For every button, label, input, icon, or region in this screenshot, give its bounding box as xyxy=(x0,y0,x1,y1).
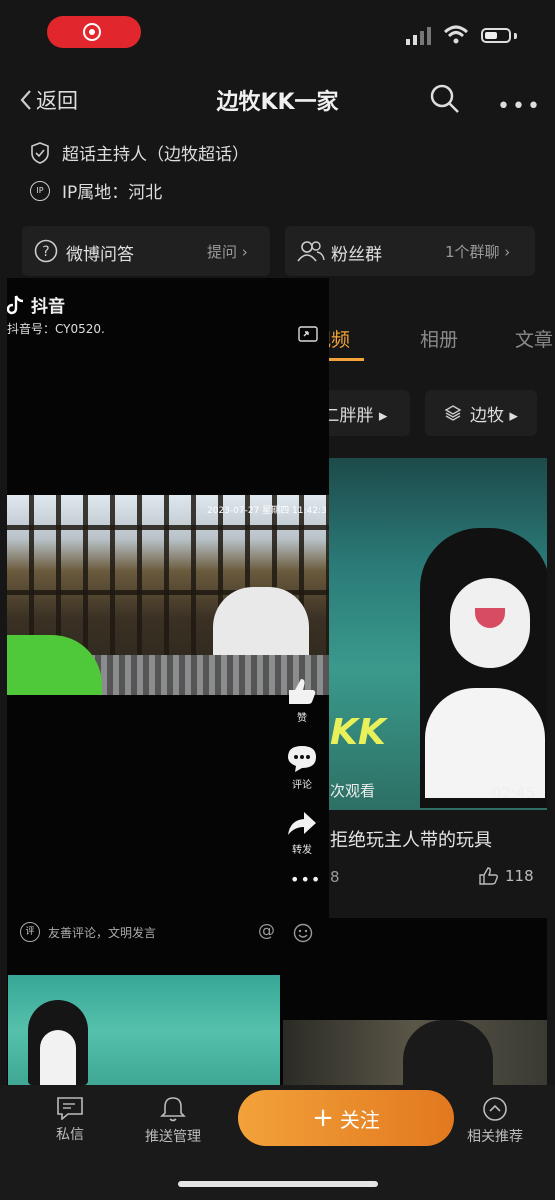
question-icon: ? xyxy=(34,239,58,263)
overlay-share-label: 转发 xyxy=(292,845,312,856)
host-text: 超话主持人（边牧超话） xyxy=(62,145,249,165)
chevron-up-circle-icon xyxy=(483,1097,507,1121)
related-recommend-button[interactable]: 相关推荐 xyxy=(462,1096,528,1146)
video-watermark: KK xyxy=(330,712,386,753)
cage-bar xyxy=(7,525,329,530)
follow-button[interactable]: + 关注 xyxy=(238,1090,454,1146)
like-button[interactable]: 118 xyxy=(479,867,534,885)
weibo-qa-card[interactable]: ? 微博问答 提问 › xyxy=(22,226,270,276)
comment-count: 8 xyxy=(330,868,340,886)
picture-in-picture-icon[interactable] xyxy=(298,326,318,344)
battery-tip xyxy=(514,33,517,39)
overlay-comment-label: 评论 xyxy=(292,780,312,791)
chip-label: 边牧 ▸ xyxy=(470,405,518,426)
tab-album[interactable]: 相册 xyxy=(420,325,458,352)
dm-label: 私信 xyxy=(56,1127,84,1143)
dog-image xyxy=(403,1020,493,1085)
thumbs-up-icon xyxy=(289,679,316,704)
view-count: 次观看 xyxy=(330,782,376,800)
overlay-like-label: 赞 xyxy=(297,713,307,724)
feed-image-left[interactable] xyxy=(8,975,280,1085)
dm-button[interactable]: 私信 xyxy=(40,1096,100,1144)
signal-icon xyxy=(406,27,431,45)
record-icon xyxy=(83,23,101,41)
douyin-id: 抖音号：CY0520. xyxy=(7,322,105,336)
fan-group-action: 1个群聊 › xyxy=(445,243,511,261)
camera-timestamp: 2023-07-27 星期四 11:42:3 xyxy=(207,506,327,516)
ip-info: IP IP属地：河北 xyxy=(30,178,162,203)
overlay-share-button[interactable]: 转发 xyxy=(286,810,318,856)
battery-icon xyxy=(481,28,511,43)
overlay-video-frame: 2023-07-27 星期四 11:42:3 xyxy=(7,495,329,695)
emoji-icon[interactable] xyxy=(293,923,313,943)
shield-icon xyxy=(31,141,49,164)
related-label: 相关推荐 xyxy=(467,1129,523,1145)
ip-text: IP属地：河北 xyxy=(62,183,163,203)
plus-icon: + xyxy=(312,1103,334,1133)
like-count: 118 xyxy=(505,867,534,885)
comment-badge-icon: 评 xyxy=(20,922,40,942)
video-title: 拒绝玩主人带的玩具 xyxy=(330,830,492,851)
fan-group-label: 粉丝群 xyxy=(331,245,382,265)
push-settings-button[interactable]: 推送管理 xyxy=(143,1096,203,1146)
overlay-like-button[interactable]: 赞 xyxy=(286,678,318,724)
tab-indicator xyxy=(326,358,364,361)
dog-chest xyxy=(40,1030,76,1085)
thumbs-up-icon xyxy=(479,867,499,885)
group-icon xyxy=(297,241,325,262)
video-thumbnail[interactable] xyxy=(300,458,547,810)
douyin-logo-icon xyxy=(7,295,24,314)
chip-label: 二胖胖 ▸ xyxy=(322,405,388,426)
feed-image-right[interactable] xyxy=(283,1020,547,1085)
fan-group-card[interactable]: 粉丝群 1个群聊 › xyxy=(285,226,535,276)
video-duration: 02:45 xyxy=(492,784,536,802)
page-title: 边牧KK一家 xyxy=(216,90,339,115)
home-indicator xyxy=(178,1181,378,1187)
push-label: 推送管理 xyxy=(145,1129,201,1145)
overlay-comment-button[interactable]: 评论 xyxy=(286,745,318,791)
layers-icon xyxy=(444,405,462,421)
bell-icon xyxy=(160,1097,186,1122)
screen-record-indicator[interactable] xyxy=(47,16,141,48)
at-icon[interactable]: @ xyxy=(258,921,275,941)
qa-action: 提问 › xyxy=(207,243,248,261)
tab-article[interactable]: 文章 xyxy=(515,325,553,352)
overlay-more-icon[interactable]: ••• xyxy=(290,870,321,889)
svg-text:?: ? xyxy=(42,244,49,260)
message-icon xyxy=(57,1097,83,1121)
comment-icon xyxy=(288,746,316,772)
qa-label: 微博问答 xyxy=(66,245,134,265)
follow-label: 关注 xyxy=(339,1107,380,1132)
share-arrow-icon xyxy=(288,812,316,835)
douyin-app-name: 抖音 xyxy=(31,297,65,317)
chip-bianmu[interactable]: 边牧 ▸ xyxy=(425,390,537,436)
host-info: 超话主持人（边牧超话） xyxy=(30,140,249,165)
comment-placeholder: 友善评论，文明发言 xyxy=(48,925,157,940)
more-icon[interactable]: ••• xyxy=(497,94,542,119)
dog-chest xyxy=(425,688,545,798)
douyin-brand: 抖音 xyxy=(7,292,65,317)
search-icon[interactable] xyxy=(430,84,460,114)
ip-location-icon: IP xyxy=(30,180,50,201)
overlay-comment-input[interactable]: 评 友善评论，文明发言 xyxy=(20,922,156,942)
wifi-icon xyxy=(443,25,469,44)
